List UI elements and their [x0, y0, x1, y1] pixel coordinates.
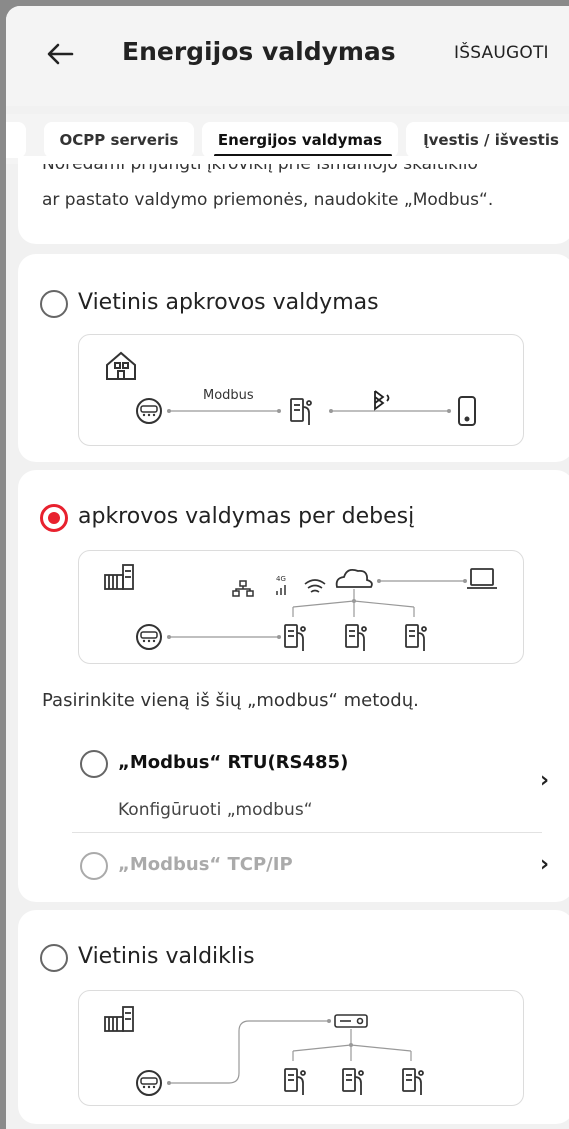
arrow-left-icon[interactable]: [42, 36, 78, 72]
modbus-method-prompt: Pasirinkite vieną iš šių „modbus“ metodų…: [42, 690, 419, 711]
cloud-icon: [335, 568, 373, 588]
network-4g-label: 4G: [276, 575, 286, 583]
app-bar: Energijos valdymas IŠSAUGOTI: [6, 6, 569, 106]
cellular-signal-icon: [276, 585, 286, 595]
smart-meter-icon: [136, 398, 162, 424]
cloud-load-diagram-svg: 4G: [104, 564, 497, 651]
divider: [72, 832, 542, 833]
option-label-local-controller: Vietinis valdiklis: [78, 944, 255, 969]
radio-local-controller[interactable]: [40, 944, 68, 972]
option-card-cloud-load[interactable]: apkrovos valdymas per debesį 4G Pasirink…: [18, 470, 569, 902]
controller-icon: [334, 1014, 368, 1028]
option-card-local-load[interactable]: Vietinis apkrovos valdymas Modbus: [18, 254, 569, 462]
charger-icon-1: [284, 624, 306, 651]
intro-card: Norėdami prijungti įkroviklį prie išmani…: [18, 156, 569, 244]
charger-icon-2: [345, 624, 367, 651]
radio-local-load[interactable]: [40, 290, 68, 318]
configure-modbus-link[interactable]: Konfigūruoti „modbus“: [118, 800, 313, 820]
local-load-diagram-svg: Modbus: [106, 351, 476, 426]
house-icon: [106, 351, 136, 380]
intro-text-line2: ar pastato valdymo priemonės, naudokite …: [42, 190, 494, 210]
diagram-local-load: Modbus: [78, 334, 524, 446]
chevron-right-icon[interactable]: ›: [540, 852, 549, 877]
modbus-rtu-label[interactable]: „Modbus“ RTU(RS485): [118, 752, 348, 773]
modbus-tcp-label: „Modbus“ TCP/IP: [118, 854, 293, 875]
bluetooth-icon: [374, 390, 390, 411]
laptop-icon: [467, 568, 497, 589]
intro-text-line1: Norėdami prijungti įkroviklį prie išmani…: [42, 164, 478, 174]
radio-modbus-rtu[interactable]: [80, 750, 108, 778]
option-label-cloud-load: apkrovos valdymas per debesį: [78, 504, 415, 529]
radio-cloud-load[interactable]: [40, 504, 68, 532]
charger-icon-3: [405, 624, 427, 651]
smart-meter-icon: [136, 624, 162, 650]
option-card-local-controller[interactable]: Vietinis valdiklis: [18, 910, 569, 1124]
phone-icon: [458, 396, 476, 426]
charger-icon: [290, 398, 312, 425]
tab-energy-management[interactable]: Energijos valdymas: [202, 122, 398, 158]
building-icon: [104, 564, 134, 590]
tab-input-output[interactable]: Įvestis / išvestis: [406, 122, 569, 158]
building-icon: [104, 1006, 134, 1032]
charger-icon-2: [342, 1068, 364, 1095]
smart-meter-icon: [136, 1070, 162, 1096]
page-title: Energijos valdymas: [122, 37, 396, 66]
wifi-icon: [304, 579, 326, 593]
option-label-local-load: Vietinis apkrovos valdymas: [78, 290, 379, 315]
radio-modbus-tcp: [80, 852, 108, 880]
charger-icon-3: [402, 1068, 424, 1095]
ethernet-icon: [232, 580, 254, 597]
charger-icon-1: [284, 1068, 306, 1095]
diagram-local-controller: [78, 990, 524, 1106]
tab-previous-partial[interactable]: [6, 122, 26, 158]
tab-ocpp-server[interactable]: OCPP serveris: [44, 122, 194, 158]
diagram-cloud-load: 4G: [78, 550, 524, 664]
chevron-right-icon[interactable]: ›: [540, 768, 549, 793]
modbus-link-label: Modbus: [203, 388, 254, 403]
save-button[interactable]: IŠSAUGOTI: [454, 43, 549, 63]
local-controller-diagram-svg: [104, 1006, 424, 1096]
screen: Energijos valdymas IŠSAUGOTI OCPP server…: [6, 6, 569, 1129]
